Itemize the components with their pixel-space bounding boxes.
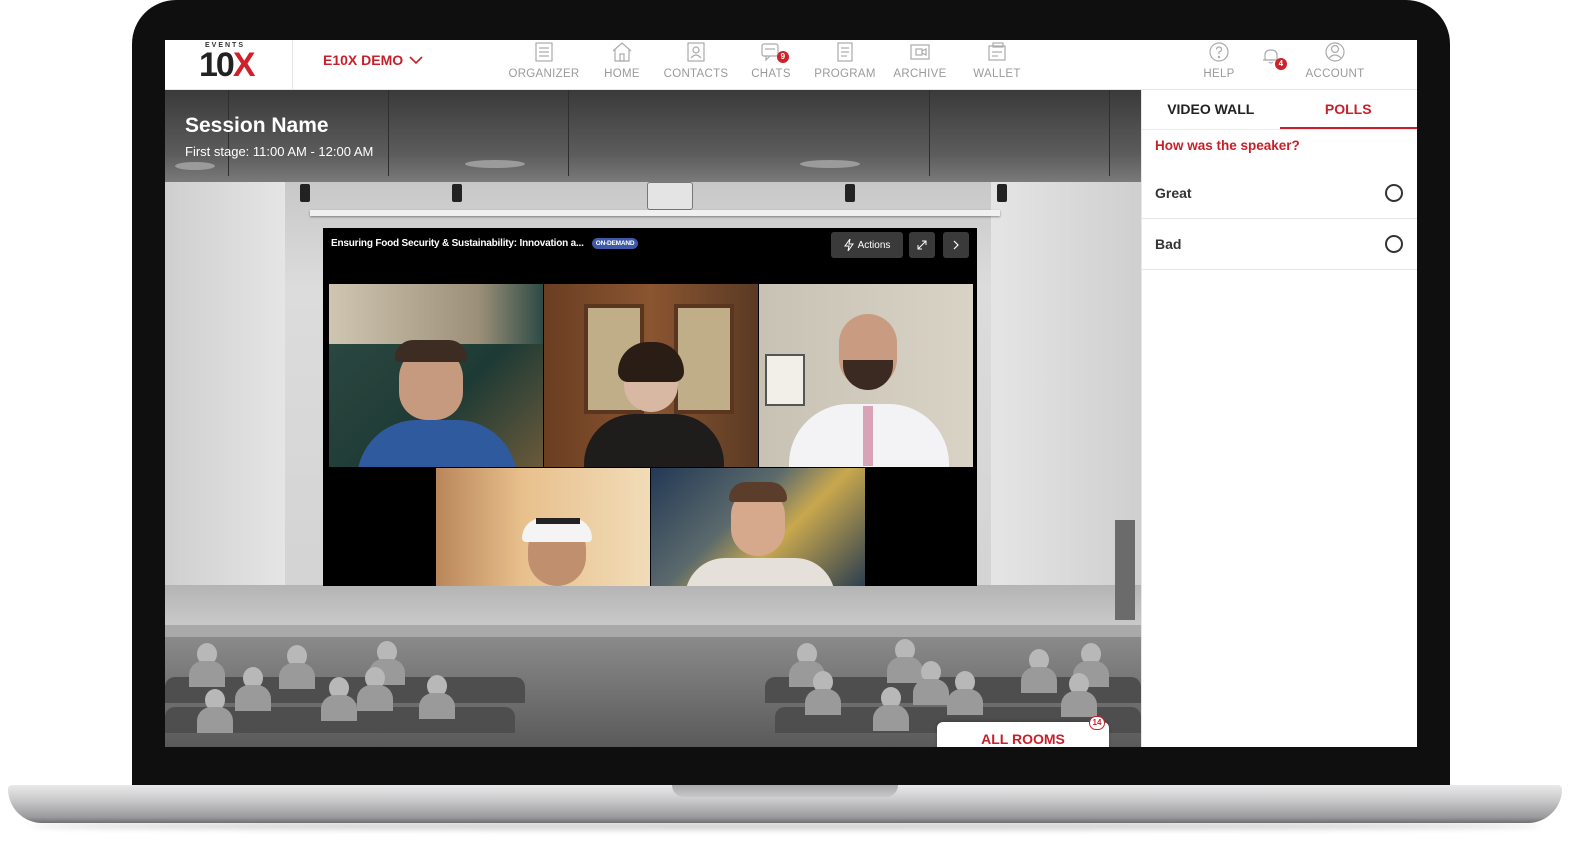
notification-badge: 4	[1275, 58, 1287, 70]
logo-number: 10	[199, 46, 235, 84]
virtual-stage: Session Name First stage: 11:00 AM - 12:…	[165, 90, 1141, 747]
program-icon	[837, 42, 853, 62]
archive-icon	[910, 44, 930, 60]
side-panel: VIDEO WALL POLLS How was the speaker? Gr…	[1141, 90, 1417, 747]
poll-option-label: Great	[1155, 185, 1192, 201]
stage-wall-left	[165, 182, 285, 622]
participant-tile[interactable]	[436, 468, 650, 586]
nav-home[interactable]: HOME	[583, 40, 661, 90]
nav-contacts[interactable]: CONTACTS	[661, 40, 731, 90]
radio-button[interactable]	[1385, 235, 1403, 253]
radio-button[interactable]	[1385, 184, 1403, 202]
nav-label: PROGRAM	[814, 68, 876, 80]
nav-label: HELP	[1203, 68, 1235, 80]
session-time: First stage: 11:00 AM - 12:00 AM	[185, 144, 374, 159]
session-title: Session Name	[185, 114, 329, 137]
nav-notifications[interactable]: 4	[1249, 40, 1293, 70]
main-nav: ORGANIZER HOME CONTACTS 9 CHATS PROGRAM	[505, 40, 1033, 90]
nav-label: ORGANIZER	[508, 68, 580, 80]
poll-option-label: Bad	[1155, 236, 1182, 252]
participant-tile[interactable]	[651, 468, 865, 586]
stage-floor	[165, 585, 1141, 625]
video-player[interactable]: Ensuring Food Security & Sustainability:…	[323, 228, 977, 586]
home-icon	[612, 42, 632, 62]
nav-label: WALLET	[973, 68, 1021, 80]
lightning-icon	[843, 239, 854, 251]
logo-x: X	[232, 46, 256, 84]
contacts-icon	[687, 42, 705, 62]
video-title: Ensuring Food Security & Sustainability:…	[331, 238, 584, 249]
tab-video-wall[interactable]: VIDEO WALL	[1142, 90, 1280, 129]
poll-option-great[interactable]: Great	[1142, 168, 1417, 219]
participant-tile[interactable]	[759, 284, 973, 467]
stage-front	[165, 625, 1141, 637]
nav-label: ACCOUNT	[1305, 68, 1365, 80]
event-selector[interactable]: E10X DEMO	[323, 50, 423, 70]
actions-button[interactable]: Actions	[831, 232, 903, 258]
nav-archive[interactable]: ARCHIVE	[879, 40, 961, 90]
actions-label: Actions	[857, 239, 891, 251]
nav-help[interactable]: HELP	[1189, 40, 1249, 80]
participant-tile[interactable]	[329, 284, 543, 467]
events10x-logo[interactable]: EVENTS 10X	[199, 42, 259, 86]
wallet-icon	[988, 42, 1006, 61]
participant-tile[interactable]	[544, 284, 758, 467]
event-name: E10X DEMO	[323, 52, 404, 68]
projector	[647, 182, 693, 210]
help-icon	[1209, 42, 1229, 62]
nav-organizer[interactable]: ORGANIZER	[505, 40, 583, 90]
organizer-icon	[535, 42, 553, 62]
nav-program[interactable]: PROGRAM	[811, 40, 879, 90]
podium	[1115, 520, 1135, 620]
nav-label: CONTACTS	[663, 68, 729, 80]
fullscreen-button[interactable]	[909, 232, 935, 258]
nav-wallet[interactable]: WALLET	[961, 40, 1033, 90]
all-rooms-button[interactable]: ALL ROOMS 14	[937, 716, 1109, 747]
nav-label: CHATS	[751, 68, 791, 80]
screen-rail	[310, 210, 1000, 216]
laptop-notch	[672, 785, 898, 797]
nav-chats[interactable]: 9 CHATS	[731, 40, 811, 90]
account-icon	[1325, 42, 1345, 62]
nav-account[interactable]: ACCOUNT	[1293, 40, 1377, 80]
rooms-count-badge: 14	[1089, 716, 1105, 730]
chat-badge: 9	[777, 51, 789, 63]
app-screen: EVENTS 10X E10X DEMO ORGANIZER HOME CONT…	[165, 40, 1417, 747]
on-demand-badge: ON-DEMAND	[591, 238, 639, 249]
next-button[interactable]	[943, 232, 969, 258]
nav-label: ARCHIVE	[893, 68, 947, 80]
laptop-shadow	[30, 822, 1540, 830]
tab-polls[interactable]: POLLS	[1279, 90, 1417, 129]
chevron-down-icon	[409, 56, 423, 65]
nav-label: HOME	[604, 68, 640, 80]
top-navigation: EVENTS 10X E10X DEMO ORGANIZER HOME CONT…	[165, 40, 1417, 90]
user-nav: HELP 4 ACCOUNT	[1189, 40, 1377, 90]
side-tabs: VIDEO WALL POLLS	[1142, 90, 1417, 130]
expand-icon	[917, 240, 927, 250]
all-rooms-label: ALL ROOMS	[981, 731, 1065, 747]
chevron-right-icon	[953, 240, 959, 250]
poll-question: How was the speaker?	[1155, 138, 1300, 153]
brand-divider	[292, 40, 293, 90]
video-title-bar: Ensuring Food Security & Sustainability:…	[331, 238, 639, 249]
poll-option-bad[interactable]: Bad	[1142, 219, 1417, 270]
